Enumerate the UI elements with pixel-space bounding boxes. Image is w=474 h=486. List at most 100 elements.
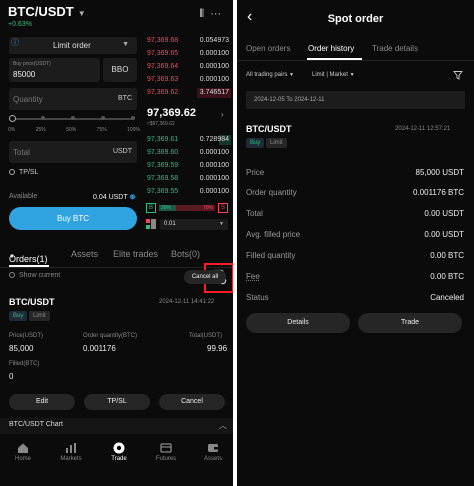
percent-mark[interactable]: 75% [97, 127, 107, 133]
buy-ratio-badge: B [146, 203, 156, 213]
bottom-nav: Home Markets Trade Futures Assets [0, 436, 233, 486]
tab-assets[interactable]: Assets [71, 249, 98, 259]
bid-row[interactable]: 97,369.58 0.000100 [145, 173, 231, 185]
bid-row[interactable]: 97,369.61 0.728984 [145, 134, 231, 146]
type-badge: Limit [29, 311, 50, 321]
chart-toggle-label: BTC/USDT Chart [9, 421, 63, 428]
tpsl-toggle[interactable]: TP/SL [9, 169, 38, 176]
percent-mark[interactable]: 25% [36, 127, 46, 133]
nav-futures-label: Futures [155, 456, 177, 462]
ask-row[interactable]: 97,369.63 0.000100 [145, 74, 231, 86]
markets-icon [66, 443, 76, 453]
bid-row[interactable]: 97,369.55 0.000100 [145, 186, 231, 198]
ask-qty: 0.000100 [199, 63, 229, 70]
futures-icon [160, 443, 172, 453]
details-button[interactable]: Details [246, 313, 350, 333]
order-type-label: Limit order [53, 41, 91, 50]
side-badge: Buy [246, 138, 265, 148]
detail-label: Status [246, 293, 269, 302]
buy-button[interactable]: Buy BTC [9, 207, 137, 230]
book-layout-icon[interactable] [146, 219, 156, 229]
chevron-right-icon[interactable]: › [221, 110, 224, 119]
chevron-down-icon: ▼ [289, 72, 294, 78]
tab-order-history[interactable]: Order history [308, 44, 354, 53]
available-balance: 0.04 USDT ⊕ [93, 193, 136, 201]
date-range-picker[interactable]: 2024-12-05 To 2024-12-11 [246, 91, 465, 109]
cancel-all-button[interactable]: Cancel all [184, 270, 226, 284]
slider-handle[interactable] [9, 115, 16, 122]
depth-value: 0.01 [164, 221, 176, 227]
nav-markets[interactable]: Markets [48, 442, 94, 462]
trading-pair-filter-label: All trading pairs [246, 72, 288, 78]
divider [0, 267, 233, 268]
ask-row[interactable]: 97,369.68 0.054973 [145, 35, 231, 47]
radio-icon [9, 272, 15, 278]
tab-open-orders[interactable]: Open orders [246, 44, 290, 53]
last-price: 97,369.62 [147, 107, 196, 119]
sell-ratio-badge: S [218, 203, 228, 213]
nav-home[interactable]: Home [0, 442, 46, 462]
order-time: 2024-12-11 14:41:22 [159, 299, 215, 305]
percent-mark[interactable]: 100% [127, 127, 140, 133]
nav-assets[interactable]: Assets [190, 442, 233, 462]
detail-value: 0.00 BTC [430, 272, 464, 281]
quantity-placeholder: Quantity [13, 95, 43, 104]
quantity-input[interactable]: Quantity BTC [9, 88, 137, 110]
bid-row[interactable]: 97,369.60 0.000100 [145, 147, 231, 159]
type-badge: Limit [266, 138, 287, 148]
pair-selector[interactable]: BTC/USDT ▼ [8, 4, 86, 19]
tab-trade-details[interactable]: Trade details [372, 44, 418, 53]
percent-marks: 0% 25% 50% 75% 100% [8, 127, 140, 133]
chevron-down-icon: ▼ [219, 221, 224, 227]
price-input[interactable]: Buy price(USDT) 85000 [9, 58, 100, 82]
quantity-value: 0.001176 [83, 344, 116, 353]
percent-mark[interactable]: 50% [66, 127, 76, 133]
radio-icon [9, 169, 15, 175]
tab-elite-trades[interactable]: Elite trades [113, 249, 158, 259]
trade-icon [113, 442, 125, 454]
detail-label: Avg. filled price [246, 230, 301, 239]
ask-row[interactable]: 97,369.65 0.000100 [145, 48, 231, 60]
buy-ratio-pct: 30% [161, 205, 172, 211]
order-type-filter-label: Limit | Market [312, 72, 348, 78]
total-placeholder: Total [13, 148, 30, 157]
cancel-button[interactable]: Cancel [159, 394, 225, 410]
bid-qty: 0.000100 [199, 162, 229, 169]
quantity-label: Order quantity(BTC) [83, 333, 138, 339]
total-input[interactable]: Total USDT [9, 141, 137, 163]
tab-bots[interactable]: Bots(0) [171, 249, 200, 259]
bid-price: 97,369.58 [147, 175, 179, 182]
trading-pair-filter[interactable]: All trading pairs ▼ [246, 72, 294, 78]
detail-label[interactable]: Fee [246, 272, 260, 281]
bbo-button[interactable]: BBO [103, 58, 137, 82]
chart-toggle-bar[interactable]: BTC/USDT Chart ︿ [0, 418, 233, 434]
nav-markets-label: Markets [60, 456, 82, 462]
nav-futures[interactable]: Futures [143, 442, 189, 462]
order-pair: BTC/USDT [246, 124, 292, 134]
percent-mark[interactable]: 0% [8, 127, 15, 133]
candlestick-icon[interactable]: ⫴ [199, 8, 210, 20]
tpsl-label: TP/SL [19, 169, 39, 176]
amount-slider[interactable] [9, 115, 135, 122]
info-icon[interactable]: ⓘ [11, 37, 19, 48]
trade-button[interactable]: Trade [358, 313, 462, 333]
edit-button[interactable]: Edit [9, 394, 75, 410]
depth-select[interactable]: 0.01 ▼ [160, 219, 228, 230]
tpsl-button[interactable]: TP/SL [84, 394, 150, 410]
ask-row[interactable]: 97,369.62 3.746517 [145, 87, 231, 99]
detail-label: Order quantity [246, 188, 297, 197]
order-type-select[interactable]: ⓘ Limit order ▼ [9, 37, 137, 54]
order-type-filter[interactable]: Limit | Market ▼ [312, 72, 355, 78]
nav-trade[interactable]: Trade [96, 442, 142, 462]
side-badge: Buy [9, 311, 28, 321]
bid-row[interactable]: 97,369.59 0.000100 [145, 160, 231, 172]
bid-qty: 0.728984 [199, 136, 229, 143]
add-funds-icon[interactable]: ⊕ [130, 194, 136, 201]
show-current-toggle[interactable]: Show current [9, 272, 60, 279]
ask-row[interactable]: 97,369.64 0.000100 [145, 61, 231, 73]
filter-icon[interactable] [453, 70, 463, 80]
page-title: Spot order [327, 13, 384, 25]
sell-ratio-pct: 70% [202, 205, 213, 211]
ask-price: 97,369.64 [147, 63, 179, 70]
more-icon[interactable]: ⋯ [210, 8, 227, 20]
